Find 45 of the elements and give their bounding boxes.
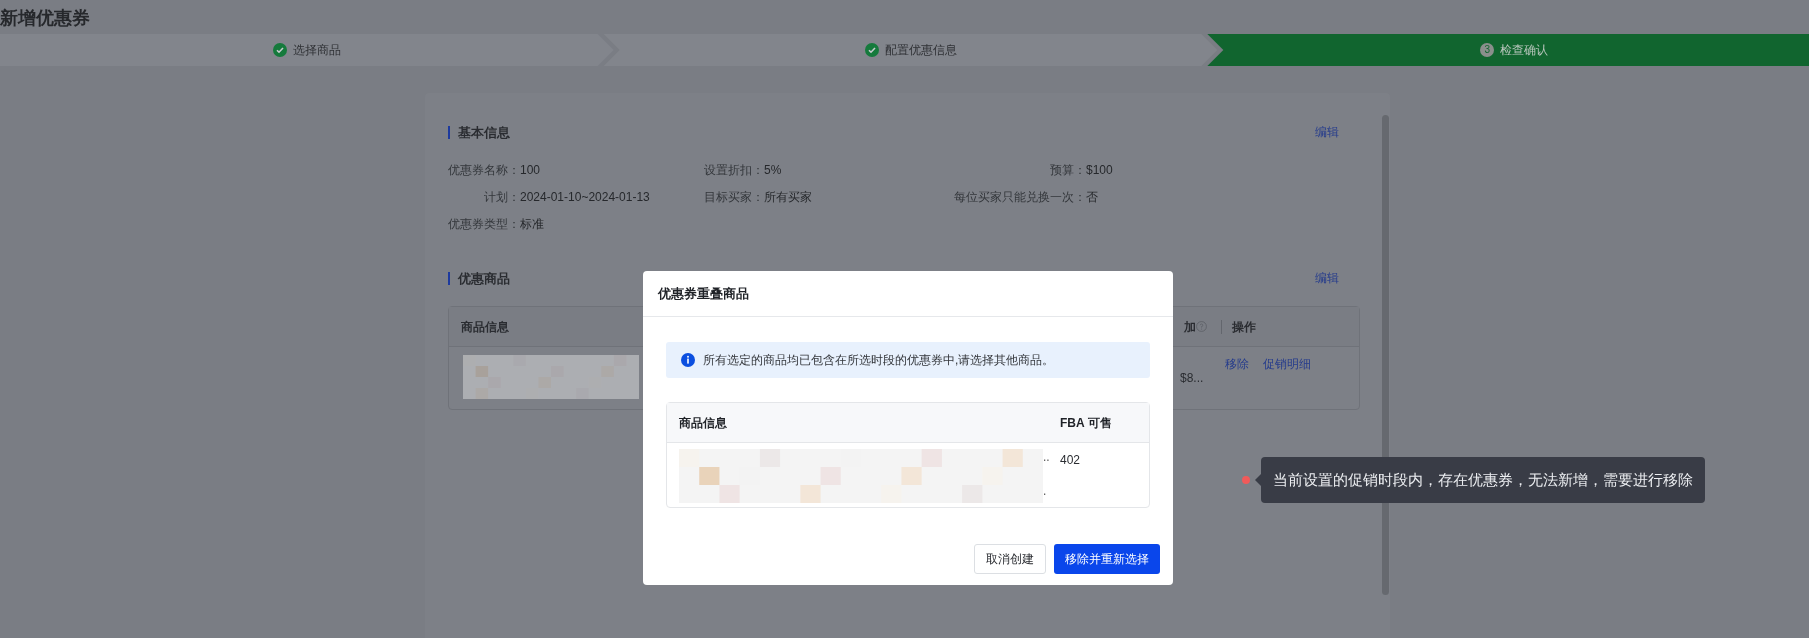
field-label: 每位买家只能兑换一次： <box>954 189 1086 206</box>
column-header: FBA 可售 <box>1060 414 1112 432</box>
section-title: 基本信息 <box>448 125 510 139</box>
step-label: 选择商品 <box>292 42 341 59</box>
field-label: 目标买家： <box>704 189 764 206</box>
step-tab[interactable]: 配置优惠信息 <box>603 34 1218 66</box>
field-label: 预算： <box>1049 162 1086 179</box>
column-header: 商品信息 <box>678 414 728 432</box>
step-tab[interactable]: 3 检查确认 <box>1207 34 1809 66</box>
field-value: 100 <box>520 162 542 179</box>
page-title: 新增优惠券 <box>0 7 91 30</box>
field-label: 优惠券类型： <box>448 216 520 233</box>
action-link[interactable]: 移除 <box>1225 355 1249 373</box>
field-label: 优惠券名称： <box>448 162 520 179</box>
step-label: 配置优惠信息 <box>884 42 957 59</box>
column-header: 操作 <box>1231 318 1256 336</box>
edit-link[interactable]: 编辑 <box>1315 123 1339 141</box>
field-label: 设置折扣： <box>704 162 764 179</box>
check-circle-icon <box>864 43 879 57</box>
truncation-mark: . <box>1043 485 1048 497</box>
edit-link[interactable]: 编辑 <box>1315 269 1339 287</box>
modal-title: 优惠券重叠商品 <box>643 271 1173 317</box>
remove-reselect-button[interactable]: 移除并重新选择 <box>1054 544 1160 574</box>
field-label: 计划： <box>483 189 520 206</box>
field-value: 2024-01-10~2024-01-13 <box>520 189 651 206</box>
column-header: 商品信息 <box>460 318 510 336</box>
alert-text: 所有选定的商品均已包含在所选时段的优惠券中,请选择其他商品。 <box>703 352 1055 369</box>
table-cell-text: 402 <box>1060 452 1081 469</box>
cancel-button[interactable]: 取消创建 <box>974 544 1046 574</box>
action-link[interactable]: 促销明细 <box>1263 355 1311 373</box>
field-value: 5% <box>764 162 783 179</box>
field-value: $100 <box>1086 162 1114 179</box>
truncation-mark: .. <box>1043 451 1051 463</box>
step-label: 检查确认 <box>1500 42 1549 59</box>
field-value: 否 <box>1086 189 1099 206</box>
field-value: 所有买家 <box>764 189 813 206</box>
info-icon <box>681 353 695 367</box>
step-tab[interactable]: 选择商品 <box>0 34 614 66</box>
check-circle-icon <box>272 43 287 57</box>
table-cell-text: $8... <box>1180 370 1205 387</box>
step-number: 3 <box>1480 43 1495 57</box>
annotation-tooltip: 当前设置的促销时段内，存在优惠券，无法新增，需要进行移除 <box>1261 457 1705 503</box>
column-header: 加 <box>1184 318 1194 336</box>
field-value: 标准 <box>520 216 545 233</box>
section-title: 优惠商品 <box>448 271 510 285</box>
